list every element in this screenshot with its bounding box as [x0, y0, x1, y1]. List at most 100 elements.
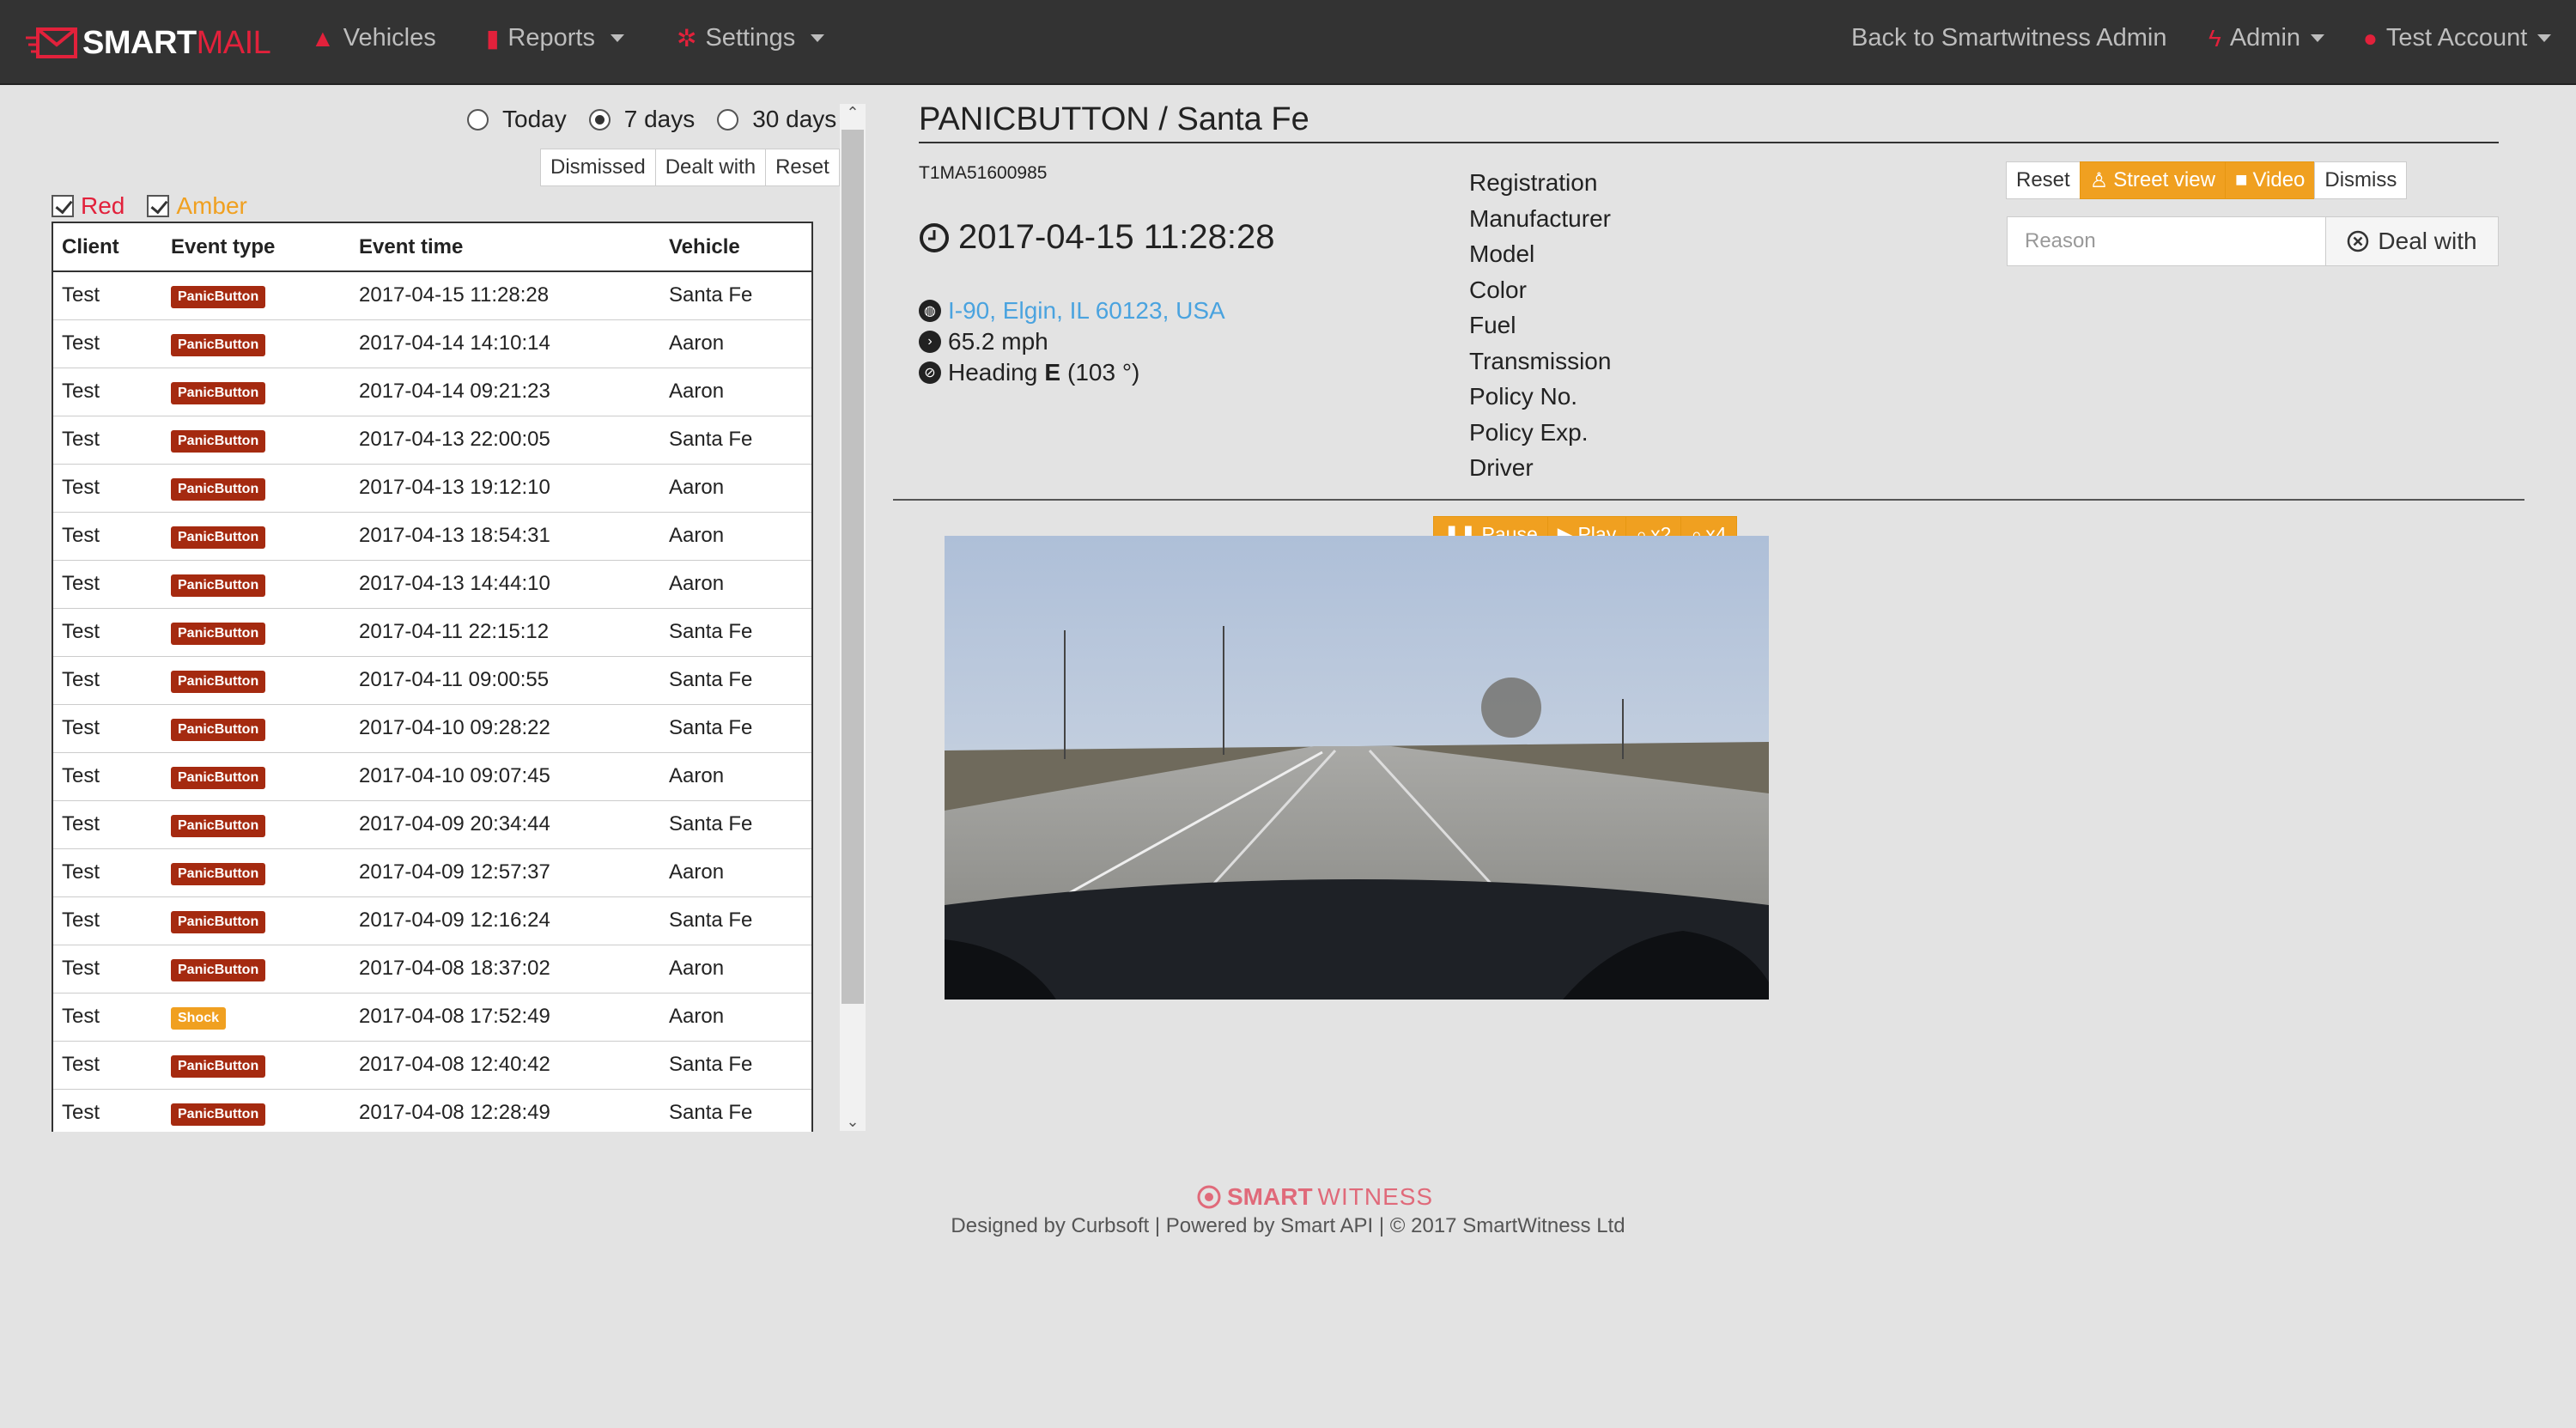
- chevron-up-icon[interactable]: ⌃: [840, 104, 866, 122]
- chevron-right-circle-icon: ›: [919, 331, 941, 353]
- table-row[interactable]: Test PanicButton 2017-04-13 14:44:10 Aaron: [53, 560, 811, 609]
- vehicle-property-label: Driver: [1469, 454, 1534, 481]
- vehicle-cell: Aaron: [660, 848, 811, 897]
- heading-line: ⊘ Heading E (103 °): [919, 359, 1139, 386]
- street-view-button[interactable]: ♙ Street view: [2079, 161, 2226, 199]
- vehicle-cell: Aaron: [660, 560, 811, 609]
- range-option[interactable]: Today: [467, 106, 567, 133]
- event-type-cell: PanicButton: [162, 704, 350, 753]
- range-option[interactable]: 30 days: [717, 106, 836, 133]
- compass-icon: ⊘: [919, 362, 941, 384]
- video-camera-icon: ■: [2234, 168, 2248, 191]
- checkbox[interactable]: [52, 195, 74, 217]
- event-time-cell: 2017-04-09 12:57:37: [350, 848, 660, 897]
- vehicle-property-label: Manufacturer: [1469, 204, 1611, 232]
- severity-filters: Red Amber: [52, 192, 270, 220]
- client-cell: Test: [53, 800, 162, 849]
- event-type-cell: PanicButton: [162, 560, 350, 609]
- client-cell: Test: [53, 464, 162, 513]
- radio-button[interactable]: [588, 108, 611, 131]
- table-row[interactable]: Test PanicButton 2017-04-08 18:37:02 Aaron: [53, 945, 811, 994]
- vehicle-property-label: Policy No.: [1469, 383, 1578, 410]
- vehicle-property-label: Color: [1469, 276, 1527, 303]
- nav-reports-label: Reports: [507, 24, 595, 52]
- location-link[interactable]: I-90, Elgin, IL 60123, USA: [948, 297, 1225, 325]
- table-row[interactable]: Test PanicButton 2017-04-09 12:57:37 Aaron: [53, 848, 811, 897]
- radio-button[interactable]: [467, 108, 489, 131]
- scrollbar-thumb[interactable]: [841, 130, 864, 1004]
- table-row[interactable]: Test PanicButton 2017-04-11 09:00:55 Santa …: [53, 656, 811, 705]
- table-row[interactable]: Test PanicButton 2017-04-08 12:28:49 Santa …: [53, 1089, 811, 1132]
- client-cell: Test: [53, 752, 162, 801]
- reset-list-button[interactable]: Reset: [765, 149, 840, 186]
- nav-back-admin[interactable]: Back to Smartwitness Admin: [1851, 24, 2166, 52]
- table-row[interactable]: Test PanicButton 2017-04-13 18:54:31 Aaron: [53, 512, 811, 561]
- table-row[interactable]: Test PanicButton 2017-04-10 09:28:22 Santa …: [53, 704, 811, 753]
- event-type-cell: PanicButton: [162, 368, 350, 416]
- filter-amber[interactable]: Amber: [147, 192, 247, 220]
- chevron-down-icon[interactable]: ⌄: [840, 1113, 866, 1131]
- nav-admin[interactable]: ϟ Admin: [2208, 24, 2325, 52]
- event-type-badge: PanicButton: [171, 574, 266, 597]
- column-header[interactable]: Client: [53, 223, 162, 272]
- table-row[interactable]: Test PanicButton 2017-04-15 11:28:28 Santa …: [53, 271, 811, 320]
- chevron-down-icon: [2537, 34, 2552, 42]
- dismiss-button[interactable]: Dismiss: [2314, 161, 2408, 199]
- reset-event-button[interactable]: Reset: [2006, 161, 2081, 199]
- table-row[interactable]: Test PanicButton 2017-04-14 14:10:14 Aaron: [53, 319, 811, 368]
- event-time-cell: 2017-04-13 22:00:05: [350, 416, 660, 465]
- table-row[interactable]: Test PanicButton 2017-04-10 09:07:45 Aaron: [53, 752, 811, 801]
- road-icon: ▲: [311, 24, 335, 52]
- filter-red[interactable]: Red: [52, 192, 125, 220]
- event-type-cell: PanicButton: [162, 608, 350, 657]
- brand-name: SMARTMAIL: [82, 24, 271, 61]
- nav-settings[interactable]: ✲ Settings: [677, 24, 825, 52]
- table-row[interactable]: Test Shock 2017-04-08 17:52:49 Aaron: [53, 993, 811, 1042]
- nav-vehicles[interactable]: ▲ Vehicles: [311, 24, 436, 52]
- table-row[interactable]: Test PanicButton 2017-04-09 20:34:44 Santa …: [53, 800, 811, 849]
- gear-icon: ✲: [677, 25, 697, 52]
- range-option-label: 7 days: [623, 106, 696, 132]
- nav-admin-label: Admin: [2229, 24, 2301, 52]
- nav-account[interactable]: ● Test Account: [2363, 24, 2552, 52]
- client-cell: Test: [53, 993, 162, 1042]
- table-scrollbar[interactable]: ⌃ ⌄: [840, 104, 866, 1131]
- video-button[interactable]: ■ Video: [2224, 161, 2316, 199]
- dealt-with-button[interactable]: Dealt with: [654, 149, 767, 186]
- range-option-label: Today: [502, 106, 567, 132]
- table-row[interactable]: Test PanicButton 2017-04-08 12:40:42 Santa …: [53, 1041, 811, 1090]
- range-selector: Today 7 days 30 days: [467, 106, 859, 133]
- smartmail-logo[interactable]: SMARTMAIL: [26, 22, 271, 64]
- divider: [893, 499, 2524, 501]
- event-type-cell: PanicButton: [162, 271, 350, 320]
- table-row[interactable]: Test PanicButton 2017-04-11 22:15:12 Santa …: [53, 608, 811, 657]
- column-header[interactable]: Event time: [350, 223, 660, 272]
- column-header[interactable]: Vehicle: [660, 223, 811, 272]
- column-header[interactable]: Event type: [162, 223, 350, 272]
- radio-button[interactable]: [717, 108, 739, 131]
- globe-icon: ◍: [919, 300, 941, 322]
- event-type-cell: PanicButton: [162, 416, 350, 465]
- event-type-cell: PanicButton: [162, 1089, 350, 1132]
- table-row[interactable]: Test PanicButton 2017-04-13 19:12:10 Aaron: [53, 464, 811, 513]
- chevron-down-icon: [811, 34, 825, 42]
- range-option[interactable]: 7 days: [588, 106, 696, 133]
- nav-reports[interactable]: ▮ Reports: [486, 24, 624, 52]
- reason-input[interactable]: Reason: [2007, 216, 2326, 266]
- event-type-cell: PanicButton: [162, 319, 350, 368]
- dismissed-button[interactable]: Dismissed: [540, 149, 656, 186]
- client-cell: Test: [53, 1041, 162, 1090]
- table-row[interactable]: Test PanicButton 2017-04-09 12:16:24 Santa …: [53, 896, 811, 945]
- event-type-badge: PanicButton: [171, 719, 266, 741]
- dashcam-video[interactable]: [945, 536, 1769, 1000]
- speed-line: › 65.2 mph: [919, 328, 1048, 355]
- table-row[interactable]: Test PanicButton 2017-04-13 22:00:05 Santa …: [53, 416, 811, 465]
- vehicle-cell: Santa Fe: [660, 608, 811, 657]
- chevron-down-icon: [610, 34, 624, 42]
- deal-with-button[interactable]: Deal with: [2325, 216, 2499, 266]
- vehicle-cell: Santa Fe: [660, 1089, 811, 1132]
- checkbox[interactable]: [147, 195, 170, 217]
- user-icon: ●: [2363, 24, 2378, 52]
- table-row[interactable]: Test PanicButton 2017-04-14 09:21:23 Aaron: [53, 368, 811, 416]
- event-time-cell: 2017-04-10 09:07:45: [350, 752, 660, 801]
